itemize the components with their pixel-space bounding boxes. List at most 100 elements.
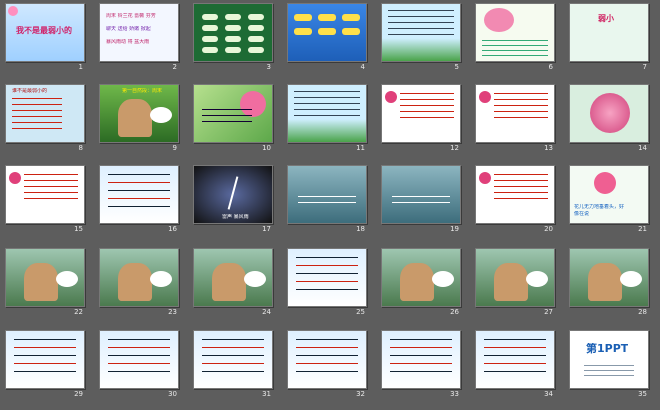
slide-thumbnail[interactable]: 29 xyxy=(5,330,99,398)
slide-preview[interactable]: 雷声 暴风雨 xyxy=(193,165,273,224)
slide-preview[interactable] xyxy=(475,248,555,307)
text-line xyxy=(12,110,62,111)
text-line xyxy=(400,117,454,118)
slide-number: 27 xyxy=(544,308,553,316)
text-line xyxy=(484,355,546,356)
text-line xyxy=(400,99,454,100)
slide-thumbnail[interactable]: 18 xyxy=(287,165,381,233)
slide-preview[interactable] xyxy=(381,248,461,307)
slide-text: 雷声 暴风雨 xyxy=(222,214,249,220)
text-line xyxy=(108,174,170,175)
family-figures xyxy=(494,263,528,301)
slide-thumbnail[interactable]: 第1PPT 35 xyxy=(569,330,660,398)
slide-preview[interactable] xyxy=(381,330,461,389)
slide-preview[interactable] xyxy=(381,84,461,143)
slide-preview[interactable] xyxy=(5,165,85,224)
slide-preview[interactable] xyxy=(193,3,273,62)
slide-preview[interactable] xyxy=(475,330,555,389)
slide-preview[interactable] xyxy=(99,330,179,389)
slide-preview[interactable]: 第一自然段：周末 xyxy=(99,84,179,143)
slide-thumbnail[interactable]: 12 xyxy=(381,84,475,152)
slide-number: 18 xyxy=(356,225,365,233)
slide-preview[interactable] xyxy=(5,248,85,307)
slide-thumbnail[interactable]: 26 xyxy=(381,248,475,316)
text-line xyxy=(108,339,170,340)
slide-preview[interactable] xyxy=(99,165,179,224)
text-line xyxy=(296,347,358,348)
text-line xyxy=(584,365,634,366)
slide-preview[interactable] xyxy=(381,165,461,224)
slide-preview[interactable] xyxy=(475,165,555,224)
text-line xyxy=(14,363,76,364)
slide-thumbnail[interactable]: 谁不是最弱小的 8 xyxy=(5,84,99,152)
text-line xyxy=(294,103,360,104)
slide-thumbnail[interactable]: 19 xyxy=(381,165,475,233)
slide-thumbnail[interactable]: 第一自然段：周末 9 xyxy=(99,84,193,152)
word-chip xyxy=(318,14,336,21)
slide-thumbnail[interactable]: 23 xyxy=(99,248,193,316)
slide-preview[interactable] xyxy=(287,330,367,389)
text-line xyxy=(388,16,454,17)
slide-thumbnail[interactable]: 16 xyxy=(99,165,193,233)
slide-thumbnail[interactable]: 花儿无力地垂着头，好 像在说 21 xyxy=(569,165,660,233)
slide-thumbnail[interactable]: 27 xyxy=(475,248,569,316)
slide-text: 第1PPT xyxy=(586,343,629,355)
text-line xyxy=(202,347,264,348)
slide-preview[interactable] xyxy=(193,330,273,389)
slide-thumbnail[interactable]: 弱小 7 xyxy=(569,3,660,71)
slide-preview[interactable] xyxy=(193,248,273,307)
slide-thumbnail[interactable]: 11 xyxy=(287,84,381,152)
slide-thumbnail[interactable]: 13 xyxy=(475,84,569,152)
slide-thumbnail[interactable]: 31 xyxy=(193,330,287,398)
text-line xyxy=(24,198,78,199)
slide-preview[interactable] xyxy=(5,330,85,389)
slide-thumbnail[interactable]: 4 xyxy=(287,3,381,71)
slide-thumbnail[interactable]: 25 xyxy=(287,248,381,316)
text-line xyxy=(108,182,170,183)
text-line xyxy=(388,10,454,11)
slide-preview[interactable] xyxy=(475,3,555,62)
slide-thumbnail[interactable]: 14 xyxy=(569,84,660,152)
slide-thumbnail[interactable]: 30 xyxy=(99,330,193,398)
slide-thumbnail[interactable]: 6 xyxy=(475,3,569,71)
slide-thumbnail[interactable]: 34 xyxy=(475,330,569,398)
slide-preview[interactable]: 谁不是最弱小的 xyxy=(5,84,85,143)
text-line xyxy=(482,45,548,46)
family-figures xyxy=(24,263,58,301)
slide-thumbnail[interactable]: 10 xyxy=(193,84,287,152)
word-chip xyxy=(342,14,360,21)
slide-preview[interactable] xyxy=(99,248,179,307)
slide-preview[interactable] xyxy=(569,248,649,307)
slide-preview[interactable]: 第1PPT xyxy=(569,330,649,389)
slide-thumbnail[interactable]: 24 xyxy=(193,248,287,316)
slide-preview[interactable]: 周末 铃兰花 蔷薇 芬芳 聊天 送给 娇嫩 掀起 暴风雨动 将 盆大雨 xyxy=(99,3,179,62)
text-line xyxy=(202,109,252,110)
slide-preview[interactable] xyxy=(569,84,649,143)
slide-thumbnail[interactable]: 28 xyxy=(569,248,660,316)
slide-thumbnail[interactable]: 周末 铃兰花 蔷薇 芬芳 聊天 送给 娇嫩 掀起 暴风雨动 将 盆大雨 2 xyxy=(99,3,193,71)
slide-preview[interactable] xyxy=(287,165,367,224)
slide-thumbnail[interactable]: 15 xyxy=(5,165,99,233)
slide-thumbnail[interactable]: 22 xyxy=(5,248,99,316)
slide-preview[interactable] xyxy=(475,84,555,143)
text-line xyxy=(390,355,452,356)
slide-thumbnail[interactable]: 20 xyxy=(475,165,569,233)
slide-thumbnail[interactable]: 5 xyxy=(381,3,475,71)
text-line xyxy=(494,174,548,175)
slide-thumbnail[interactable]: 3 xyxy=(193,3,287,71)
text-line xyxy=(584,375,634,376)
slide-preview[interactable] xyxy=(287,84,367,143)
slide-preview[interactable]: 弱小 xyxy=(569,3,649,62)
slide-thumbnail[interactable]: 33 xyxy=(381,330,475,398)
slide-preview[interactable] xyxy=(193,84,273,143)
text-line xyxy=(24,186,78,187)
slide-thumbnail[interactable]: 我不是最弱小的 1 xyxy=(5,3,99,71)
slide-preview[interactable] xyxy=(287,3,367,62)
slide-preview[interactable] xyxy=(287,248,367,307)
slide-preview[interactable] xyxy=(381,3,461,62)
slide-preview[interactable]: 我不是最弱小的 xyxy=(5,3,85,62)
slide-text: 我不是最弱小的 xyxy=(16,26,72,35)
slide-thumbnail[interactable]: 雷声 暴风雨 17 xyxy=(193,165,287,233)
slide-thumbnail[interactable]: 32 xyxy=(287,330,381,398)
slide-preview[interactable]: 花儿无力地垂着头，好 像在说 xyxy=(569,165,649,224)
